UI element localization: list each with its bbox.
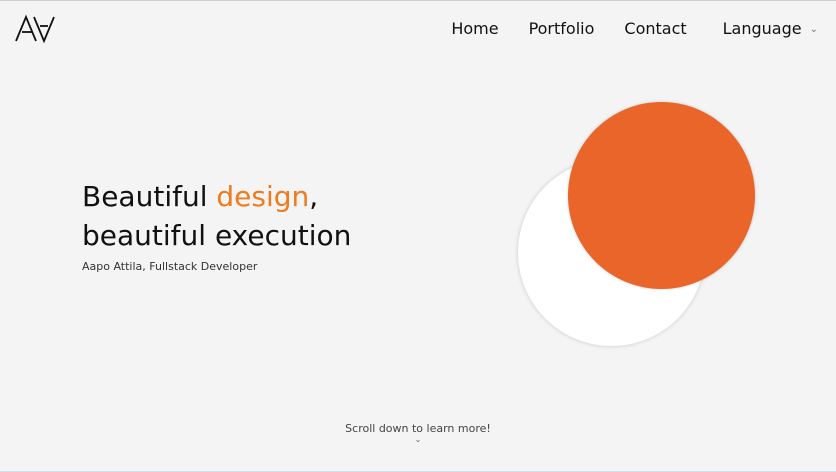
- orange-circle-graphic: [568, 102, 755, 289]
- nav-home-link[interactable]: Home: [451, 18, 498, 40]
- hero-section: Beautiful design, beautiful execution Aa…: [82, 177, 422, 274]
- hero-title: Beautiful design, beautiful execution: [82, 177, 422, 255]
- hero-title-prefix: Beautiful: [82, 180, 217, 213]
- top-divider: [0, 0, 836, 1]
- hero-subtitle: Aapo Attila, Fullstack Developer: [82, 260, 258, 273]
- language-label: Language: [722, 19, 802, 38]
- hero-title-suffix: ,: [309, 180, 319, 213]
- hero-title-accent: design: [216, 180, 310, 213]
- hero-title-line2: beautiful execution: [82, 219, 352, 252]
- chevron-down-icon: ⌄: [809, 24, 818, 35]
- language-dropdown[interactable]: Language ⌄: [723, 18, 818, 40]
- nav-portfolio-link[interactable]: Portfolio: [529, 18, 595, 40]
- chevron-down-icon: ⌄: [414, 435, 422, 444]
- main-navigation: Home Portfolio Contact Language ⌄: [451, 18, 818, 40]
- scroll-hint-text: Scroll down to learn more!: [345, 422, 491, 435]
- aa-logo-icon[interactable]: [14, 14, 56, 44]
- nav-contact-link[interactable]: Contact: [624, 18, 686, 40]
